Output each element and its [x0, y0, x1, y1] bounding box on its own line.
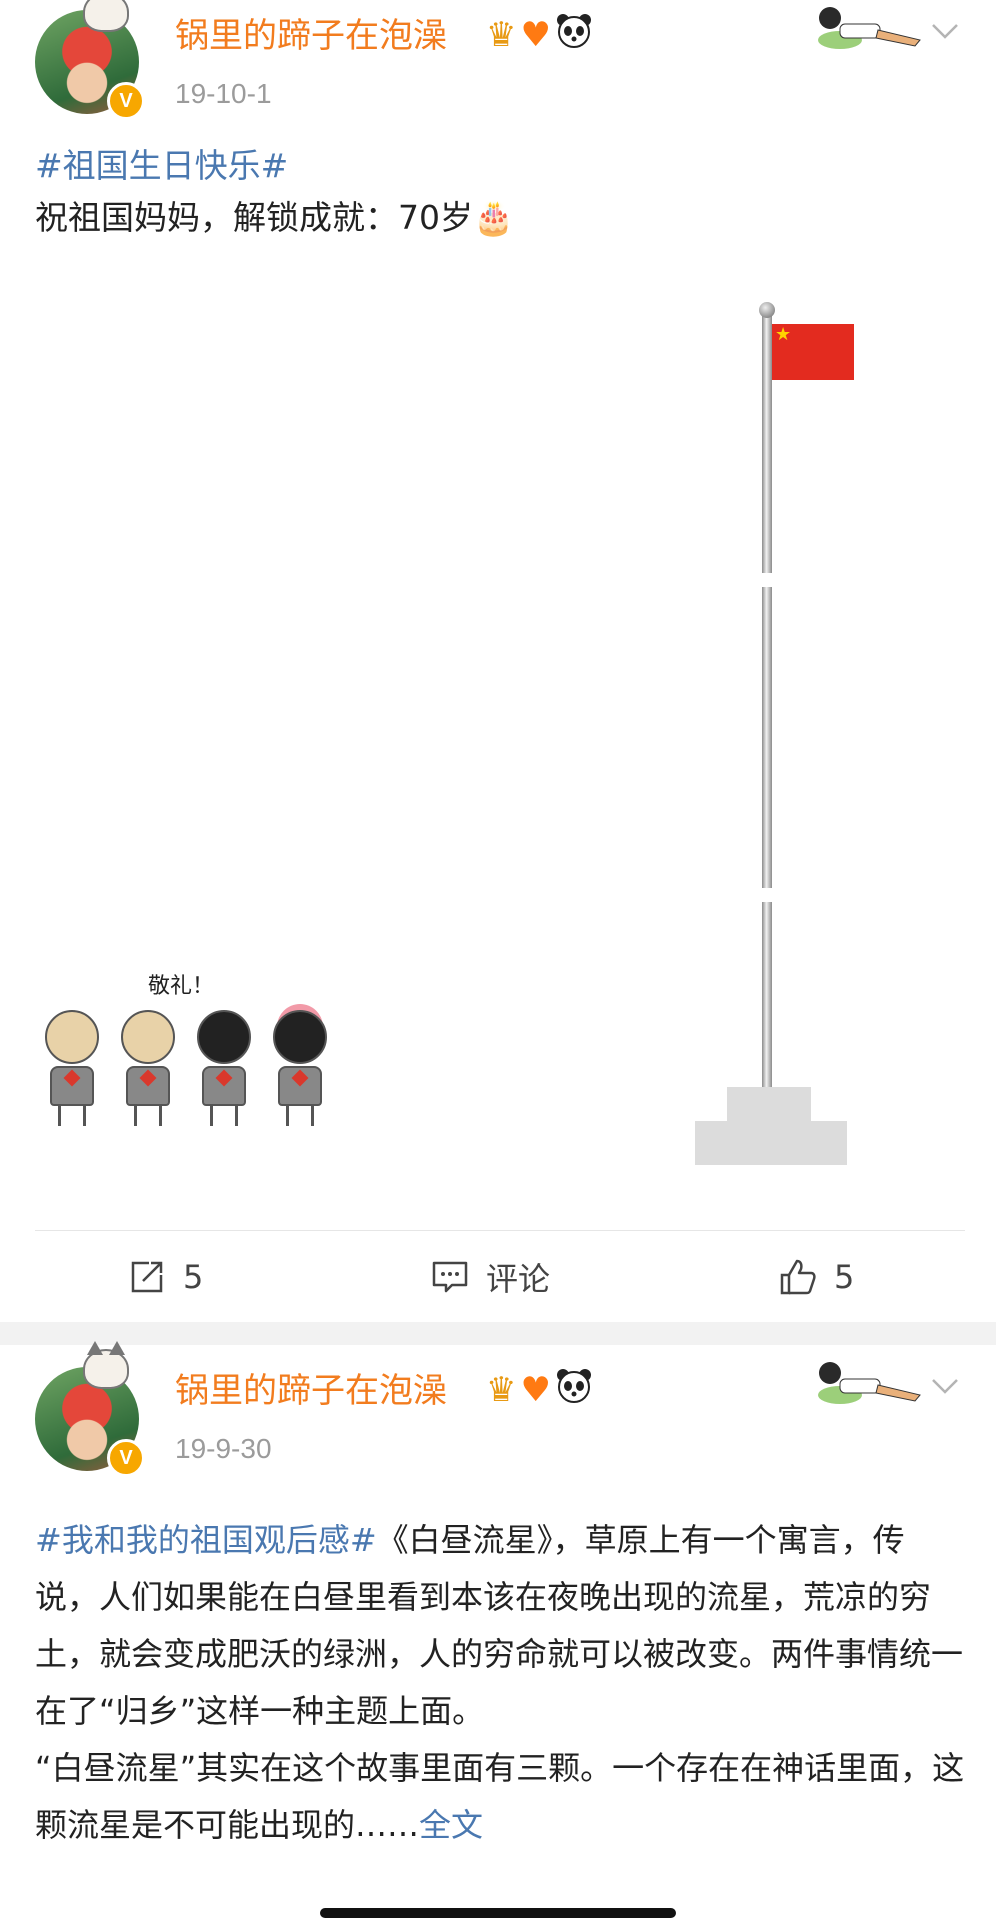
user-avatar[interactable]: V — [35, 0, 145, 120]
divider — [35, 1230, 965, 1231]
post-date: 19-10-1 — [175, 78, 272, 109]
post-content: #祖国生日快乐# 祝祖国妈妈，解锁成就：70岁🎂 — [35, 140, 965, 244]
repost-count: 5 — [183, 1258, 204, 1296]
comment-icon — [432, 1261, 468, 1293]
comment-button[interactable]: 评论 — [430, 1240, 550, 1314]
weibo-post: V 锅里的蹄子在泡澡 ♛ ♥ 19-10-1 #祖国生日快乐# 祝祖国妈妈，解锁… — [0, 0, 996, 1322]
crown-icon: ♛ — [486, 15, 517, 55]
heart-icon: ♥ — [520, 15, 551, 55]
chevron-down-icon[interactable] — [928, 14, 962, 48]
comment-label: 评论 — [486, 1260, 551, 1298]
like-button[interactable]: 5 — [778, 1240, 854, 1314]
post-action-bar: 5 评论 5 — [0, 1240, 996, 1314]
crown-icon: ♛ — [486, 1370, 517, 1410]
cat-avatar-accessory — [83, 1341, 129, 1389]
post-image[interactable]: ★ 敬礼！ — [35, 290, 965, 1180]
post-hashtag[interactable]: #我和我的祖国观后感# — [35, 1521, 377, 1559]
weibo-post: V 锅里的蹄子在泡澡 ♛ ♥ 19-9-30 #我和我的祖国观后感#《白昼流星》… — [0, 1341, 996, 1925]
post-separator — [0, 1322, 996, 1345]
username[interactable]: 锅里的蹄子在泡澡 — [175, 8, 447, 57]
flagpole — [762, 312, 772, 1092]
panda-icon — [555, 1367, 593, 1413]
chevron-down-icon[interactable] — [928, 1369, 962, 1403]
thumbs-up-icon — [780, 1259, 816, 1295]
flagpole-base-bottom — [695, 1121, 847, 1165]
flagpole-base-top — [727, 1087, 811, 1121]
repost-button[interactable]: 5 — [127, 1240, 203, 1314]
cat-avatar-accessory — [83, 0, 129, 32]
user-avatar[interactable]: V — [35, 1341, 145, 1477]
saluting-kid — [273, 1010, 327, 1126]
verified-badge: V — [107, 82, 145, 120]
share-icon — [131, 1261, 163, 1293]
post-text: 祝祖国妈妈，解锁成就：70岁 — [35, 198, 473, 237]
like-count: 5 — [834, 1258, 855, 1296]
username[interactable]: 锅里的蹄子在泡澡 — [175, 1363, 447, 1412]
read-more-link[interactable]: 全文 — [419, 1806, 483, 1844]
panda-icon — [555, 12, 593, 58]
reclining-girl-decoration — [818, 7, 921, 49]
saluting-kid — [121, 1010, 175, 1126]
post-date: 19-9-30 — [175, 1433, 272, 1464]
user-badges: ♛ ♥ — [486, 12, 593, 58]
verified-badge: V — [107, 1439, 145, 1477]
flag-star-icon: ★ — [775, 324, 792, 345]
post-hashtag[interactable]: #祖国生日快乐# — [35, 140, 965, 192]
flagpole-finial — [759, 302, 775, 318]
saluting-kid — [45, 1010, 99, 1126]
saluting-kid — [197, 1010, 251, 1126]
salute-caption: 敬礼！ — [148, 974, 215, 999]
post-content: #我和我的祖国观后感#《白昼流星》，草原上有一个寓言，传说，人们如果能在白昼里看… — [35, 1512, 965, 1854]
home-indicator[interactable] — [320, 1908, 676, 1918]
heart-icon: ♥ — [520, 1370, 551, 1410]
user-badges: ♛ ♥ — [486, 1367, 593, 1413]
cake-emoji: 🎂 — [473, 198, 515, 237]
post-text-continued: “白昼流星”其实在这个故事里面有三颗。一个存在在神话里面，这颗流星是不可能出现的… — [35, 1749, 965, 1844]
reclining-girl-decoration — [818, 1362, 921, 1404]
